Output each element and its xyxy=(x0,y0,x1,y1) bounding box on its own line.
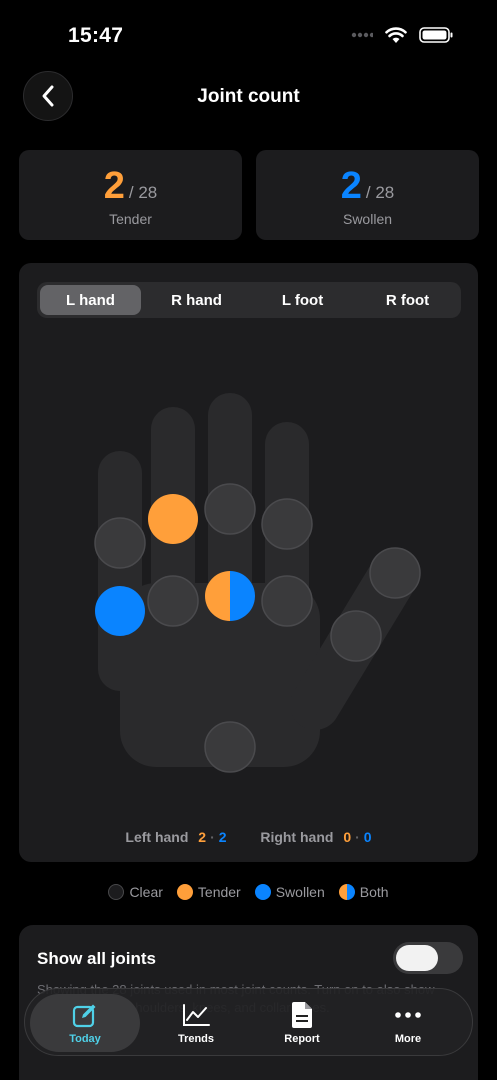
swollen-total: / 28 xyxy=(365,183,395,202)
tab-trends[interactable]: Trends xyxy=(141,994,251,1052)
legend-swollen: Swollen xyxy=(254,884,325,900)
tab-report-label: Report xyxy=(284,1033,320,1045)
joint-thumb-ip[interactable] xyxy=(369,547,421,599)
both-dot-icon xyxy=(338,884,355,900)
legend-clear: Clear xyxy=(108,884,163,900)
tab-today[interactable]: Today xyxy=(30,994,140,1052)
joint-map-card: L hand R hand L foot R foot Left hand 2 ·… xyxy=(19,263,478,862)
joint-pip-index[interactable] xyxy=(261,498,313,550)
swollen-label: Swollen xyxy=(342,211,393,227)
tab-trends-label: Trends xyxy=(177,1033,215,1045)
joint-mcp-little[interactable] xyxy=(95,586,145,636)
signal-icon xyxy=(351,32,373,38)
document-icon xyxy=(288,1001,316,1029)
left-swollen-count: 2 xyxy=(218,829,227,845)
status-time: 15:47 xyxy=(68,24,124,47)
toggle-knob xyxy=(396,945,438,971)
swollen-count-card: 2 / 28 Swollen xyxy=(256,150,479,240)
tab-today-label: Today xyxy=(69,1033,101,1045)
tab-bar: Today Trends Report More xyxy=(24,988,473,1056)
joint-mcp-index[interactable] xyxy=(261,575,313,627)
battery-icon xyxy=(419,27,453,43)
chart-icon xyxy=(182,1001,210,1029)
right-tender-count: 0 xyxy=(343,829,352,845)
tab-report[interactable]: Report xyxy=(247,994,357,1052)
joint-pip-little[interactable] xyxy=(94,517,146,569)
legend-tender: Tender xyxy=(176,884,241,900)
left-tender-count: 2 xyxy=(198,829,207,845)
joint-wrist[interactable] xyxy=(204,721,256,773)
left-hand-label: Left hand xyxy=(125,829,189,845)
right-hand-label: Right hand xyxy=(260,829,334,845)
show-all-joints-toggle[interactable] xyxy=(393,942,463,974)
swollen-count: 2 xyxy=(340,165,362,207)
nav-bar: Joint count xyxy=(0,70,497,122)
legend-swollen-label: Swollen xyxy=(275,884,325,900)
right-swollen-count: 0 xyxy=(363,829,372,845)
ellipsis-icon xyxy=(394,1001,422,1029)
legend-clear-label: Clear xyxy=(129,884,163,900)
wifi-icon xyxy=(385,27,407,43)
hand-diagram xyxy=(94,393,421,773)
joint-mcp-ring[interactable] xyxy=(147,575,199,627)
tender-count-card: 2 / 28 Tender xyxy=(19,150,242,240)
legend-both: Both xyxy=(338,884,389,900)
legend-tender-label: Tender xyxy=(197,884,241,900)
hand-summary: Left hand 2 · 2 Right hand 0 · 0 xyxy=(19,829,478,845)
page-title: Joint count xyxy=(197,86,300,107)
show-all-joints-title: Show all joints xyxy=(37,949,157,968)
clear-dot-icon xyxy=(108,884,125,900)
left-separator: · xyxy=(210,829,215,845)
tab-more-label: More xyxy=(394,1033,422,1045)
right-separator: · xyxy=(355,829,360,845)
legend: Clear Tender Swollen Both xyxy=(0,884,497,900)
joint-pip-ring[interactable] xyxy=(148,494,198,544)
tender-label: Tender xyxy=(109,211,152,227)
joint-thumb-mcp[interactable] xyxy=(330,610,382,662)
tender-dot-icon xyxy=(176,884,193,900)
joint-mcp-middle[interactable] xyxy=(205,571,255,621)
swollen-dot-icon xyxy=(254,884,271,900)
tab-more[interactable]: More xyxy=(353,994,463,1052)
legend-both-label: Both xyxy=(359,884,389,900)
tender-count: 2 xyxy=(103,165,125,207)
tender-total: / 28 xyxy=(128,183,158,202)
compose-icon xyxy=(71,1001,99,1029)
status-bar: 15:47 xyxy=(0,0,497,60)
joint-pip-middle[interactable] xyxy=(204,483,256,535)
status-icons xyxy=(351,26,453,44)
